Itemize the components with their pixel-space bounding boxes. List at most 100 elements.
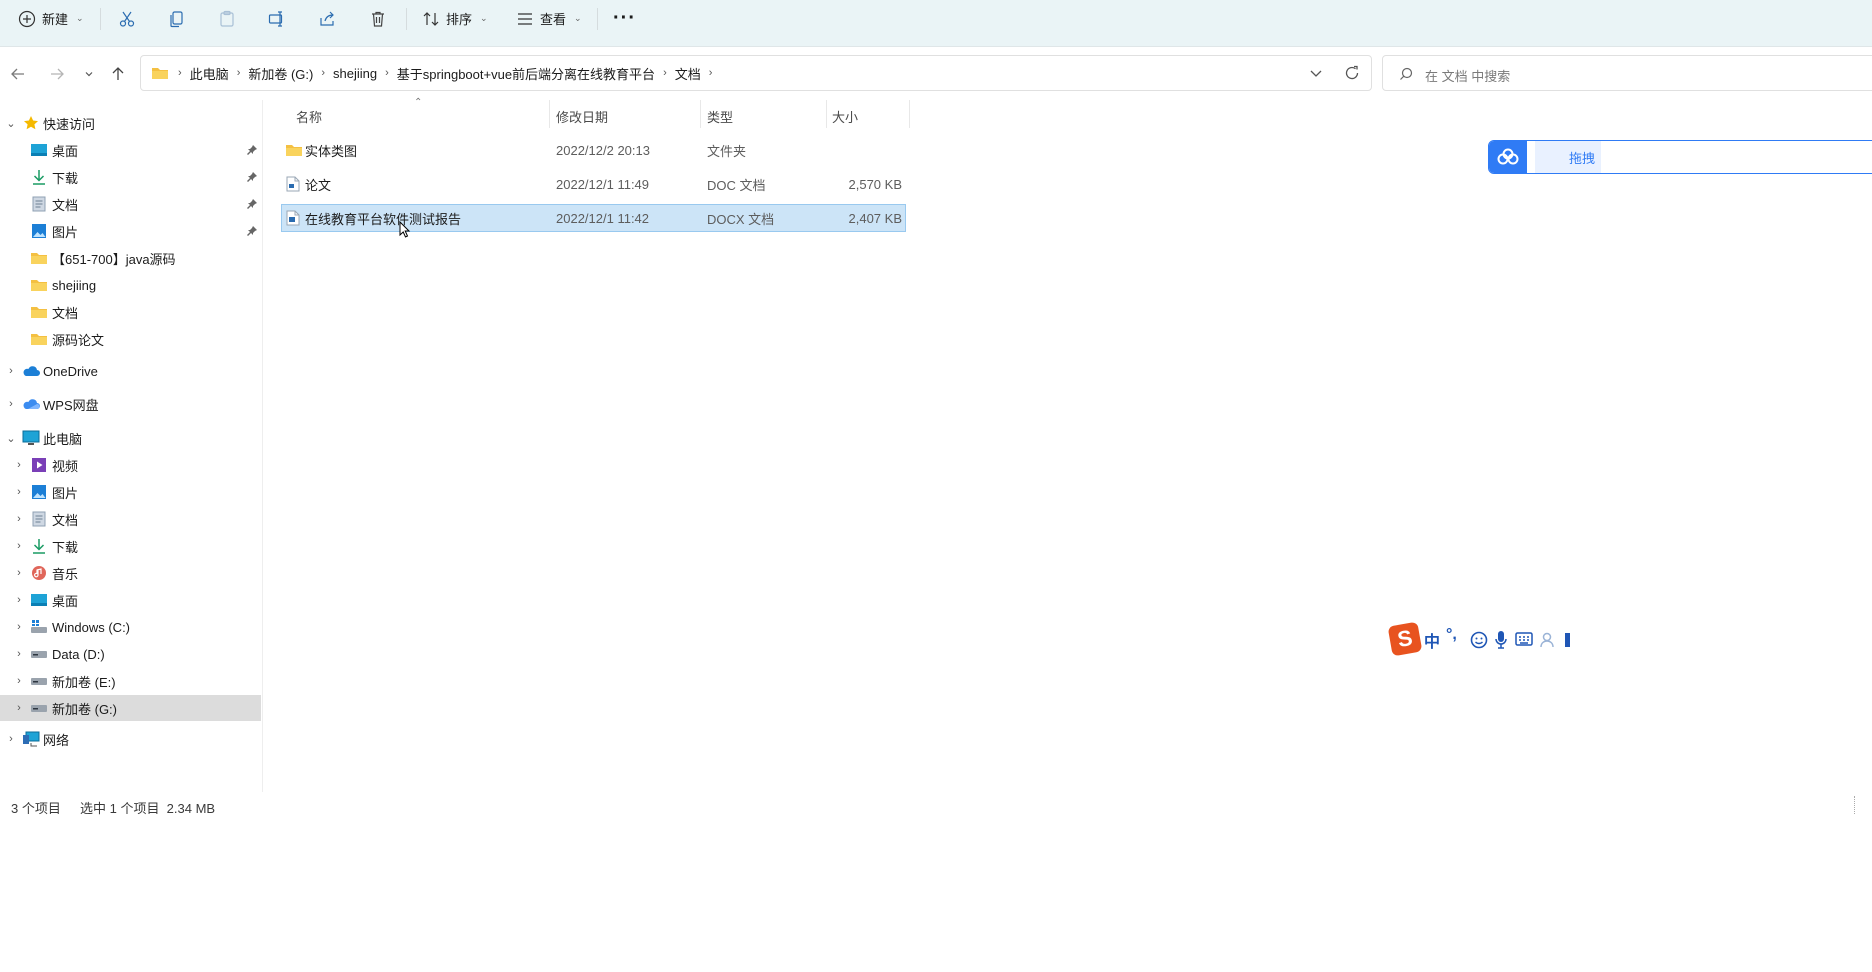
sidebar-item-java-source[interactable]: 【651-700】java源码 xyxy=(0,245,261,271)
sidebar-item-desktop[interactable]: 桌面 xyxy=(0,137,261,163)
chevron-right-icon[interactable]: › xyxy=(12,540,26,552)
column-divider[interactable] xyxy=(549,100,550,128)
column-header-type[interactable]: 类型 xyxy=(707,104,733,128)
pictures-icon xyxy=(30,484,48,500)
download-icon xyxy=(30,538,48,554)
ime-mode-chinese[interactable]: 中 xyxy=(1424,628,1440,652)
breadcrumb-documents[interactable]: 文档 xyxy=(670,64,706,83)
column-divider[interactable] xyxy=(700,100,701,128)
table-row[interactable]: 论文 2022/12/1 11:49 DOC 文档 2,570 KB xyxy=(281,170,906,198)
delete-button[interactable] xyxy=(369,0,387,37)
chevron-right-icon[interactable]: › xyxy=(12,648,26,660)
column-header-modified[interactable]: 修改日期 xyxy=(556,104,608,128)
sidebar-item-music[interactable]: › 音乐 xyxy=(0,560,261,586)
sidebar-item-drive-e[interactable]: › 新加卷 (E:) xyxy=(0,668,261,694)
emoji-icon[interactable] xyxy=(1470,631,1488,649)
pin-icon[interactable] xyxy=(246,144,258,156)
pin-icon[interactable] xyxy=(246,225,258,237)
view-button-label: 查看 xyxy=(540,12,567,27)
search-box[interactable]: 在 文档 中搜索 xyxy=(1382,55,1872,91)
up-button[interactable] xyxy=(106,62,130,86)
sogou-s-icon[interactable]: S xyxy=(1387,621,1423,657)
microphone-icon[interactable] xyxy=(1494,630,1508,650)
breadcrumb-project[interactable]: 基于springboot+vue前后端分离在线教育平台 xyxy=(392,64,660,83)
file-name: 实体类图 xyxy=(305,143,358,159)
address-history-button[interactable] xyxy=(1309,66,1323,83)
sidebar-item-drive-g[interactable]: › 新加卷 (G:) xyxy=(0,695,261,721)
sidebar-item-network[interactable]: › 网络 xyxy=(0,726,261,752)
table-row[interactable]: 实体类图 2022/12/2 20:13 文件夹 xyxy=(281,136,906,164)
rename-button[interactable] xyxy=(268,0,286,37)
breadcrumb-this-pc[interactable]: 此电脑 xyxy=(185,64,234,83)
column-header-size[interactable]: 大小 xyxy=(832,104,858,128)
toolbox-icon[interactable] xyxy=(1562,630,1572,650)
breadcrumb-shejiing[interactable]: shejiing xyxy=(328,66,382,81)
ime-toolbar[interactable]: S 中 °, xyxy=(1387,621,1872,658)
sidebar-item-onedrive[interactable]: › OneDrive xyxy=(0,358,261,384)
sidebar-item-drive-d[interactable]: › Data (D:) xyxy=(0,641,261,667)
refresh-button[interactable] xyxy=(1344,65,1360,84)
folder-icon xyxy=(152,68,168,79)
status-item-count: 3 个项目 xyxy=(11,801,61,816)
sidebar-item-label: 【651-700】java源码 xyxy=(52,251,176,267)
sidebar-item-downloads[interactable]: 下载 xyxy=(0,164,261,190)
sidebar-item-this-pc[interactable]: ⌄ 此电脑 xyxy=(0,425,261,451)
more-options-button[interactable]: ··· xyxy=(613,0,636,37)
column-divider[interactable] xyxy=(826,100,827,128)
sidebar-item-source-thesis[interactable]: 源码论文 xyxy=(0,326,261,352)
folder-icon xyxy=(30,331,48,347)
sidebar-item-wps-cloud[interactable]: › WPS网盘 xyxy=(0,391,261,417)
more-icon: ··· xyxy=(613,7,636,29)
baidu-netdisk-drop-widget[interactable]: 拖拽 xyxy=(1488,140,1872,174)
desktop-icon xyxy=(30,592,48,608)
sidebar-item-documents[interactable]: 文档 xyxy=(0,191,261,217)
chevron-right-icon[interactable]: › xyxy=(12,459,26,471)
punctuation-icon[interactable]: °, xyxy=(1446,626,1457,644)
recent-locations-button[interactable] xyxy=(77,62,101,86)
chevron-right-icon[interactable]: › xyxy=(4,733,18,745)
chevron-expanded-icon[interactable]: ⌄ xyxy=(4,432,18,445)
user-skin-icon[interactable] xyxy=(1539,631,1557,649)
table-row-selected[interactable]: 在线教育平台软件测试报告 2022/12/1 11:42 DOCX 文档 2,4… xyxy=(281,204,906,232)
sidebar-item-label: 视频 xyxy=(52,458,79,474)
view-button[interactable]: 查看 ⌄ xyxy=(516,0,582,37)
sort-button[interactable]: 排序 ⌄ xyxy=(422,0,488,37)
share-button[interactable] xyxy=(318,0,336,37)
sidebar-item-docs-folder[interactable]: 文档 xyxy=(0,299,261,325)
chevron-right-icon[interactable]: › xyxy=(12,486,26,498)
chevron-right-icon[interactable]: › xyxy=(12,594,26,606)
sidebar-item-label: 快速访问 xyxy=(43,116,96,132)
address-bar[interactable]: › 此电脑 › 新加卷 (G:) › shejiing › 基于springbo… xyxy=(140,55,1372,91)
sidebar-item-videos[interactable]: › 视频 xyxy=(0,452,261,478)
paste-button[interactable] xyxy=(218,0,236,37)
sidebar-item-quick-access[interactable]: ⌄ 快速访问 xyxy=(0,110,261,136)
column-header-name[interactable]: 名称 xyxy=(296,104,322,128)
chevron-right-icon[interactable]: › xyxy=(12,513,26,525)
chevron-expanded-icon[interactable]: ⌄ xyxy=(4,117,18,130)
sidebar-item-pictures[interactable]: 图片 xyxy=(0,218,261,244)
chevron-right-icon[interactable]: › xyxy=(4,365,18,377)
breadcrumb-drive-g[interactable]: 新加卷 (G:) xyxy=(243,64,318,83)
document-icon xyxy=(30,196,48,212)
new-button[interactable]: 新建 ⌄ xyxy=(18,0,84,37)
pin-icon[interactable] xyxy=(246,198,258,210)
pin-icon[interactable] xyxy=(246,171,258,183)
column-divider[interactable] xyxy=(909,100,910,128)
chevron-right-icon[interactable]: › xyxy=(4,398,18,410)
keyboard-icon[interactable] xyxy=(1515,632,1533,646)
sidebar-item-pc-pictures[interactable]: › 图片 xyxy=(0,479,261,505)
chevron-right-icon[interactable]: › xyxy=(12,567,26,579)
back-button[interactable] xyxy=(6,62,30,86)
copy-button[interactable] xyxy=(168,0,186,37)
forward-button[interactable] xyxy=(45,62,69,86)
chevron-right-icon[interactable]: › xyxy=(12,621,26,633)
cut-button[interactable] xyxy=(118,0,136,37)
sidebar-item-pc-documents[interactable]: › 文档 xyxy=(0,506,261,532)
sidebar-item-pc-downloads[interactable]: › 下载 xyxy=(0,533,261,559)
sidebar-item-shejiing[interactable]: shejiing xyxy=(0,272,261,298)
resize-grip[interactable] xyxy=(1854,796,1869,814)
chevron-right-icon[interactable]: › xyxy=(12,702,26,714)
chevron-right-icon[interactable]: › xyxy=(12,675,26,687)
sidebar-item-drive-c[interactable]: › Windows (C:) xyxy=(0,614,261,640)
sidebar-item-pc-desktop[interactable]: › 桌面 xyxy=(0,587,261,613)
